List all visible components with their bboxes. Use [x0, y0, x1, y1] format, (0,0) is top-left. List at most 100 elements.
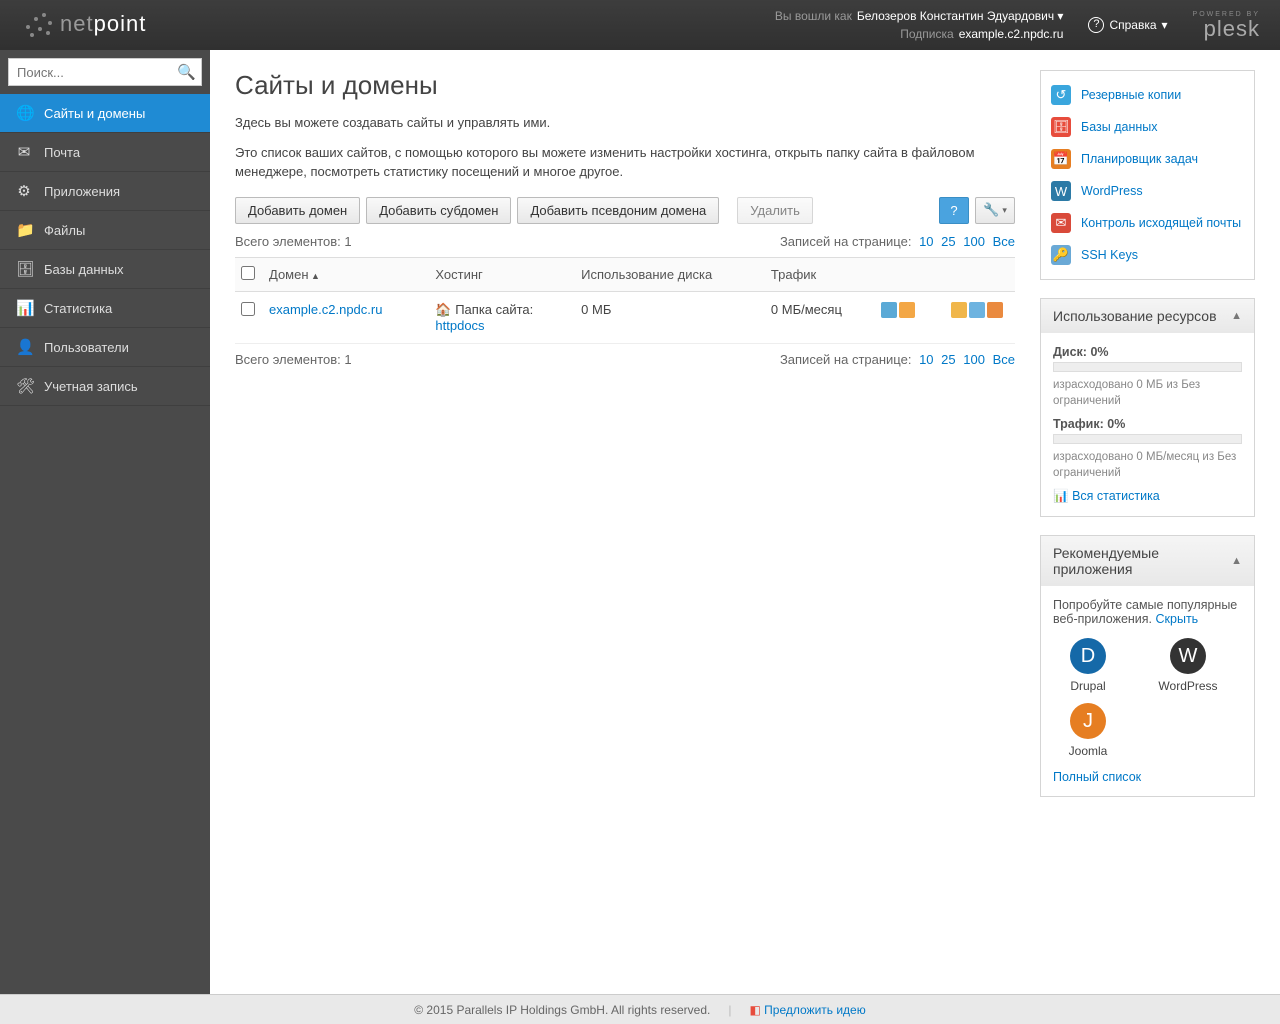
nav-label: Учетная запись: [44, 379, 138, 394]
help-iconbutton[interactable]: ?: [939, 197, 969, 224]
badge-icon[interactable]: [951, 302, 967, 318]
per-page-option[interactable]: 25: [941, 352, 955, 367]
preview-icon[interactable]: [881, 302, 897, 318]
select-all-checkbox[interactable]: [241, 266, 255, 280]
logged-in-label: Вы вошли как: [775, 7, 852, 25]
tool-item[interactable]: ↺ Резервные копии: [1047, 79, 1248, 111]
nav: 🌐Сайты и домены ✉ Почта ⚙Приложения📁Файлы🗄Б…: [0, 94, 210, 406]
disk-note: израсходовано 0 МБ из Без ограничений: [1053, 377, 1242, 409]
nav-item-1[interactable]: ✉ Почта: [0, 133, 210, 172]
help-link[interactable]: ? Справка ▾: [1088, 17, 1167, 33]
tool-icon: ↺: [1051, 85, 1071, 105]
settings-iconbutton[interactable]: 🔧: [975, 197, 1015, 224]
nav-item-2[interactable]: ⚙Приложения: [0, 172, 210, 211]
nav-item-0[interactable]: 🌐Сайты и домены: [0, 94, 210, 133]
search-input[interactable]: [8, 58, 202, 86]
recommended-panel-header[interactable]: Рекомендуемые приложения▲: [1041, 536, 1254, 586]
nav-icon: 🛠: [16, 377, 32, 395]
traffic-cell: 0 МБ/месяц: [765, 291, 875, 343]
traffic-note: израсходовано 0 МБ/месяц из Без ограниче…: [1053, 449, 1242, 481]
nav-item-4[interactable]: 🗄Базы данных: [0, 250, 210, 289]
subscription-value: example.c2.npdc.ru: [959, 25, 1064, 43]
flag-icon[interactable]: [987, 302, 1003, 318]
nav-item-5[interactable]: 📊Статистика: [0, 289, 210, 328]
search-icon[interactable]: 🔍: [177, 63, 196, 81]
tool-link[interactable]: Базы данных: [1081, 120, 1158, 134]
add-subdomain-button[interactable]: Добавить субдомен: [366, 197, 511, 224]
per-page-option[interactable]: 100: [963, 234, 985, 249]
tool-link[interactable]: SSH Keys: [1081, 248, 1138, 262]
add-alias-button[interactable]: Добавить псевдоним домена: [517, 197, 719, 224]
delete-button[interactable]: Удалить: [737, 197, 813, 224]
nav-icon: ✉: [16, 143, 32, 161]
nav-label: Базы данных: [44, 262, 124, 277]
col-hosting[interactable]: Хостинг: [429, 257, 575, 291]
nav-label: Пользователи: [44, 340, 129, 355]
per-page-bottom: Записей на странице: 10 25 100 Все: [780, 352, 1015, 367]
per-page-option[interactable]: Все: [993, 352, 1015, 367]
app-label: WordPress: [1153, 679, 1223, 693]
search-box: 🔍: [0, 50, 210, 94]
tool-item[interactable]: 📅 Планировщик задач: [1047, 143, 1248, 175]
user-menu[interactable]: Белозеров Константин Эдуардович ▾: [857, 7, 1064, 25]
per-page-option[interactable]: 10: [919, 352, 933, 367]
logo: netpoint: [20, 7, 210, 43]
tool-link[interactable]: WordPress: [1081, 184, 1143, 198]
col-traffic[interactable]: Трафик: [765, 257, 875, 291]
app-item[interactable]: DDrupal: [1053, 638, 1123, 693]
app-icon: W: [1170, 638, 1206, 674]
row-checkbox[interactable]: [241, 302, 255, 316]
subscription-label: Подписка: [900, 25, 953, 43]
domains-table: Домен Хостинг Использование диска Трафик…: [235, 257, 1015, 344]
copyright: © 2015 Parallels IP Holdings GmbH. All r…: [414, 1003, 710, 1017]
list-meta-top: Всего элементов: 1 Записей на странице: …: [235, 234, 1015, 249]
tool-icon: 📅: [1051, 149, 1071, 169]
tool-item[interactable]: 🔑SSH Keys: [1047, 239, 1248, 271]
nav-label: Почта: [44, 145, 80, 160]
add-domain-button[interactable]: Добавить домен: [235, 197, 360, 224]
nav-label: Файлы: [44, 223, 85, 238]
per-page-option[interactable]: 100: [963, 352, 985, 367]
toolbar: Добавить домен Добавить субдомен Добавит…: [235, 197, 1015, 224]
tool-link[interactable]: Резервные копии: [1081, 88, 1181, 102]
all-stats-link[interactable]: Вся статистика: [1072, 489, 1160, 503]
col-domain[interactable]: Домен: [263, 257, 429, 291]
hosting-path-link[interactable]: httpdocs: [435, 318, 484, 333]
col-disk[interactable]: Использование диска: [575, 257, 765, 291]
suggest-link[interactable]: Предложить идею: [764, 1003, 866, 1017]
recommended-intro: Попробуйте самые популярные веб-приложен…: [1053, 598, 1237, 626]
tool-link[interactable]: Планировщик задач: [1081, 152, 1198, 166]
tool-item[interactable]: 🗄 Базы данных: [1047, 111, 1248, 143]
hide-link[interactable]: Скрыть: [1156, 612, 1199, 626]
nav-item-6[interactable]: 👤Пользователи: [0, 328, 210, 367]
sidebar: 🔍 🌐Сайты и домены ✉ Почта ⚙Приложения📁Файлы…: [0, 50, 210, 994]
nav-item-3[interactable]: 📁Файлы: [0, 211, 210, 250]
page-lead1: Здесь вы можете создавать сайты и управл…: [235, 113, 1015, 133]
side-column: ↺ Резервные копии 🗄 Базы данных 📅 Планировщик…: [1040, 70, 1255, 974]
usage-panel-header[interactable]: Использование ресурсов▲: [1041, 299, 1254, 333]
nav-item-7[interactable]: 🛠 Учетная запись: [0, 367, 210, 406]
per-page-option[interactable]: 25: [941, 234, 955, 249]
per-page-option[interactable]: Все: [993, 234, 1015, 249]
domain-link[interactable]: example.c2.npdc.ru: [269, 302, 382, 317]
user-block: Вы вошли как Белозеров Константин Эдуард…: [775, 7, 1064, 43]
full-list-link[interactable]: Полный список: [1053, 770, 1141, 784]
page-title: Сайты и домены: [235, 70, 1015, 101]
chevron-up-icon: ▲: [1231, 310, 1242, 322]
tool-item[interactable]: W WordPress: [1047, 175, 1248, 207]
tool-icon: W: [1051, 181, 1071, 201]
tool-icon: 🗄: [1051, 117, 1071, 137]
app-item[interactable]: JJoomla: [1053, 703, 1123, 758]
tool-item[interactable]: ✉ Контроль исходящей почты: [1047, 207, 1248, 239]
help-icon: ?: [1088, 17, 1104, 33]
app-icon: D: [1070, 638, 1106, 674]
tools-panel: ↺ Резервные копии 🗄 Базы данных 📅 Планировщик…: [1040, 70, 1255, 280]
tool-icon: ✉: [1051, 213, 1071, 233]
app-item[interactable]: W WordPress: [1153, 638, 1223, 693]
doc-icon[interactable]: [969, 302, 985, 318]
folder-icon[interactable]: [899, 302, 915, 318]
tool-link[interactable]: Контроль исходящей почты: [1081, 216, 1241, 230]
per-page-option[interactable]: 10: [919, 234, 933, 249]
plesk-logo: POWERED BY plesk: [1193, 11, 1260, 40]
nav-label: Статистика: [44, 301, 112, 316]
